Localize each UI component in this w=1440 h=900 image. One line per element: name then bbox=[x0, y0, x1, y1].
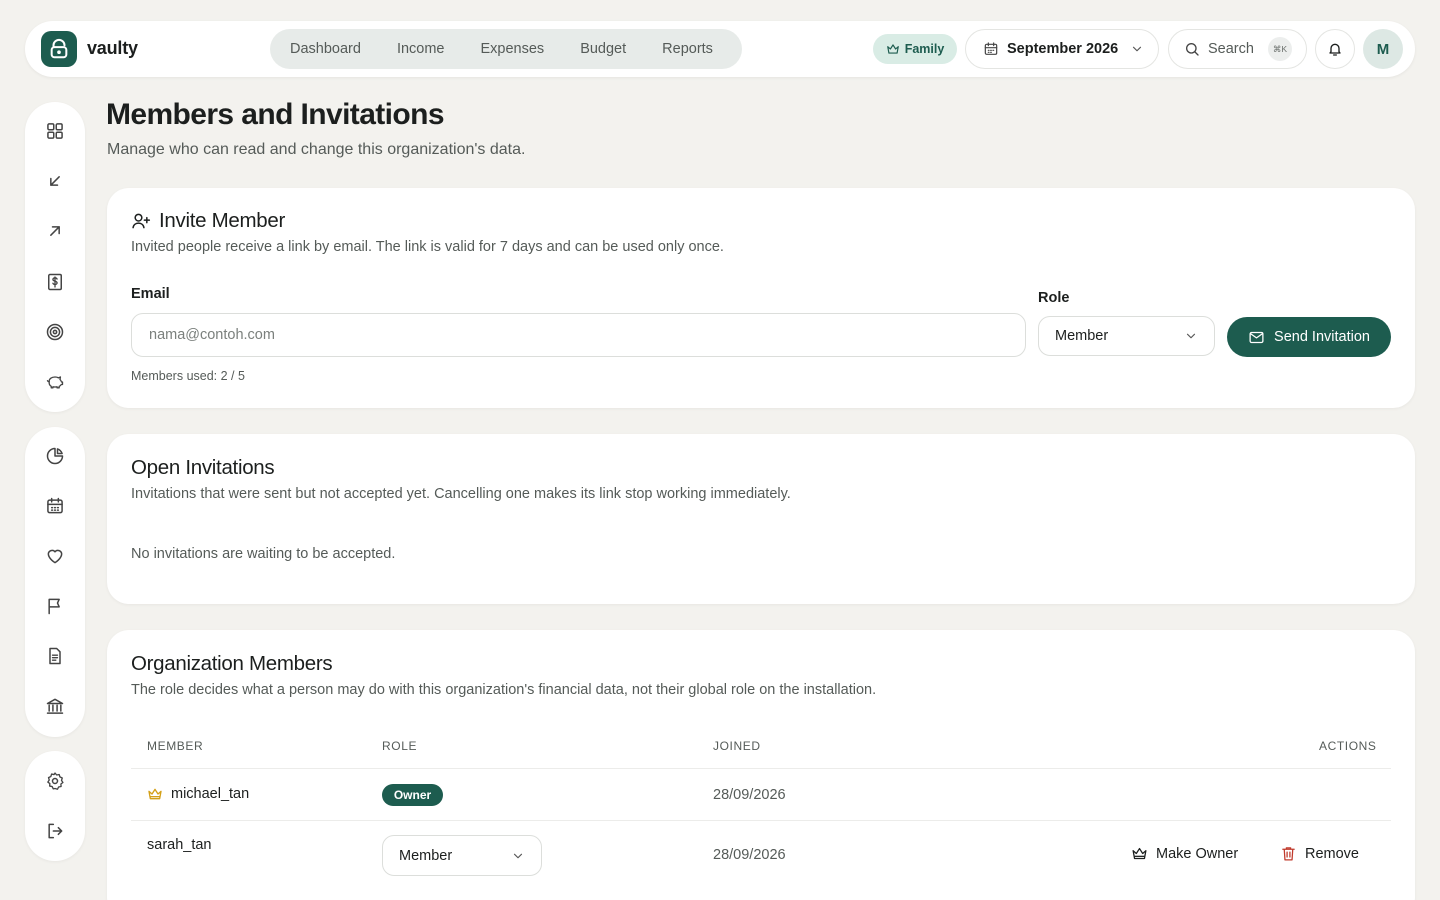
column-actions: ACTIONS bbox=[1319, 739, 1377, 753]
owner-badge: Owner bbox=[382, 784, 443, 806]
app-logo[interactable] bbox=[41, 31, 77, 67]
column-role: ROLE bbox=[382, 739, 418, 753]
role-label: Role bbox=[1038, 290, 1070, 306]
main-nav: Dashboard Income Expenses Budget Reports bbox=[270, 29, 742, 69]
chevron-down-icon bbox=[513, 853, 523, 858]
remove-label: Remove bbox=[1305, 845, 1359, 862]
search-icon bbox=[1186, 43, 1199, 56]
notifications-button[interactable] bbox=[1315, 29, 1355, 69]
calendar-icon bbox=[984, 42, 998, 55]
column-member: MEMBER bbox=[147, 739, 204, 753]
column-joined: JOINED bbox=[713, 739, 761, 753]
member-role-select[interactable]: Member bbox=[382, 835, 542, 876]
member-role-value: Member bbox=[399, 847, 453, 864]
search-shortcut: ⌘K bbox=[1267, 37, 1292, 61]
search-button[interactable]: Search ⌘K bbox=[1168, 29, 1307, 69]
bell-icon bbox=[1329, 43, 1341, 56]
joined-date: 28/09/2026 bbox=[713, 847, 786, 863]
organization-members-card: Organization Members The role decides wh… bbox=[107, 630, 1415, 900]
nav-income[interactable]: Income bbox=[397, 41, 445, 57]
table-divider bbox=[131, 820, 1391, 821]
crown-icon bbox=[148, 788, 162, 800]
page-subtitle: Manage who can read and change this orga… bbox=[107, 141, 526, 158]
members-title: Organization Members bbox=[131, 652, 333, 675]
receipt-dollar-icon[interactable] bbox=[45, 272, 65, 292]
document-icon[interactable] bbox=[45, 646, 65, 666]
remove-member-button[interactable]: Remove bbox=[1280, 845, 1359, 862]
crown-icon bbox=[1132, 847, 1147, 860]
invite-description: Invited people receive a link by email. … bbox=[131, 239, 724, 255]
grid-icon[interactable] bbox=[45, 121, 65, 141]
plan-badge-label: Family bbox=[904, 42, 945, 56]
piggy-bank-icon[interactable] bbox=[45, 372, 65, 392]
role-select[interactable]: Member bbox=[1038, 316, 1215, 356]
table-divider bbox=[131, 768, 1391, 769]
open-invitations-title: Open Invitations bbox=[131, 456, 275, 479]
role-select-value: Member bbox=[1055, 328, 1109, 344]
make-owner-button[interactable]: Make Owner bbox=[1131, 845, 1238, 862]
user-avatar[interactable]: M bbox=[1363, 29, 1403, 69]
trash-icon bbox=[1282, 847, 1295, 861]
send-invitation-label: Send Invitation bbox=[1274, 329, 1370, 345]
user-plus-icon bbox=[132, 213, 151, 229]
joined-date: 28/09/2026 bbox=[713, 787, 786, 803]
member-name: michael_tan bbox=[171, 786, 250, 802]
bank-icon[interactable] bbox=[45, 696, 65, 716]
nav-reports[interactable]: Reports bbox=[662, 41, 713, 57]
send-invitation-button[interactable]: Send Invitation bbox=[1227, 317, 1391, 357]
mail-icon bbox=[1249, 331, 1264, 343]
month-label: September 2026 bbox=[1007, 41, 1119, 57]
email-label: Email bbox=[131, 286, 170, 302]
chevron-down-icon bbox=[1186, 333, 1196, 339]
email-field[interactable] bbox=[131, 313, 1026, 357]
open-invitations-description: Invitations that were sent but not accep… bbox=[131, 486, 791, 502]
brand-name: vaulty bbox=[87, 38, 138, 58]
empty-invitations-text: No invitations are waiting to be accepte… bbox=[131, 546, 396, 562]
nav-expenses[interactable]: Expenses bbox=[481, 41, 545, 57]
top-bar: vaulty Dashboard Income Expenses Budget … bbox=[25, 21, 1415, 77]
target-icon[interactable] bbox=[45, 322, 65, 342]
invite-member-card: Invite Member Invited people receive a l… bbox=[107, 188, 1415, 408]
pie-chart-icon[interactable] bbox=[45, 446, 65, 466]
month-picker[interactable]: September 2026 bbox=[965, 29, 1159, 69]
sidebar-group-main bbox=[25, 102, 85, 412]
settings-icon[interactable] bbox=[45, 771, 65, 791]
calendar-icon[interactable] bbox=[45, 496, 65, 516]
arrow-up-right-icon[interactable] bbox=[45, 221, 65, 241]
invite-title: Invite Member bbox=[159, 209, 285, 232]
arrow-down-left-icon[interactable] bbox=[45, 171, 65, 191]
search-label: Search bbox=[1208, 41, 1254, 57]
members-usage: Members used: 2 / 5 bbox=[131, 369, 245, 383]
page-title: Members and Invitations bbox=[106, 98, 445, 131]
vault-logo-icon bbox=[50, 38, 68, 59]
flag-icon[interactable] bbox=[45, 596, 65, 616]
make-owner-label: Make Owner bbox=[1156, 845, 1239, 862]
sidebar-group-tools bbox=[25, 427, 85, 737]
nav-budget[interactable]: Budget bbox=[580, 41, 626, 57]
chevron-down-icon bbox=[1133, 46, 1142, 52]
plan-badge: Family bbox=[873, 34, 957, 64]
members-description: The role decides what a person may do wi… bbox=[131, 682, 877, 698]
heart-icon[interactable] bbox=[45, 546, 65, 566]
crown-icon bbox=[886, 44, 899, 54]
member-name: sarah_tan bbox=[147, 837, 212, 853]
nav-dashboard[interactable]: Dashboard bbox=[290, 41, 361, 57]
logout-icon[interactable] bbox=[45, 821, 65, 841]
sidebar-group-account bbox=[25, 751, 85, 861]
open-invitations-card: Open Invitations Invitations that were s… bbox=[107, 434, 1415, 604]
